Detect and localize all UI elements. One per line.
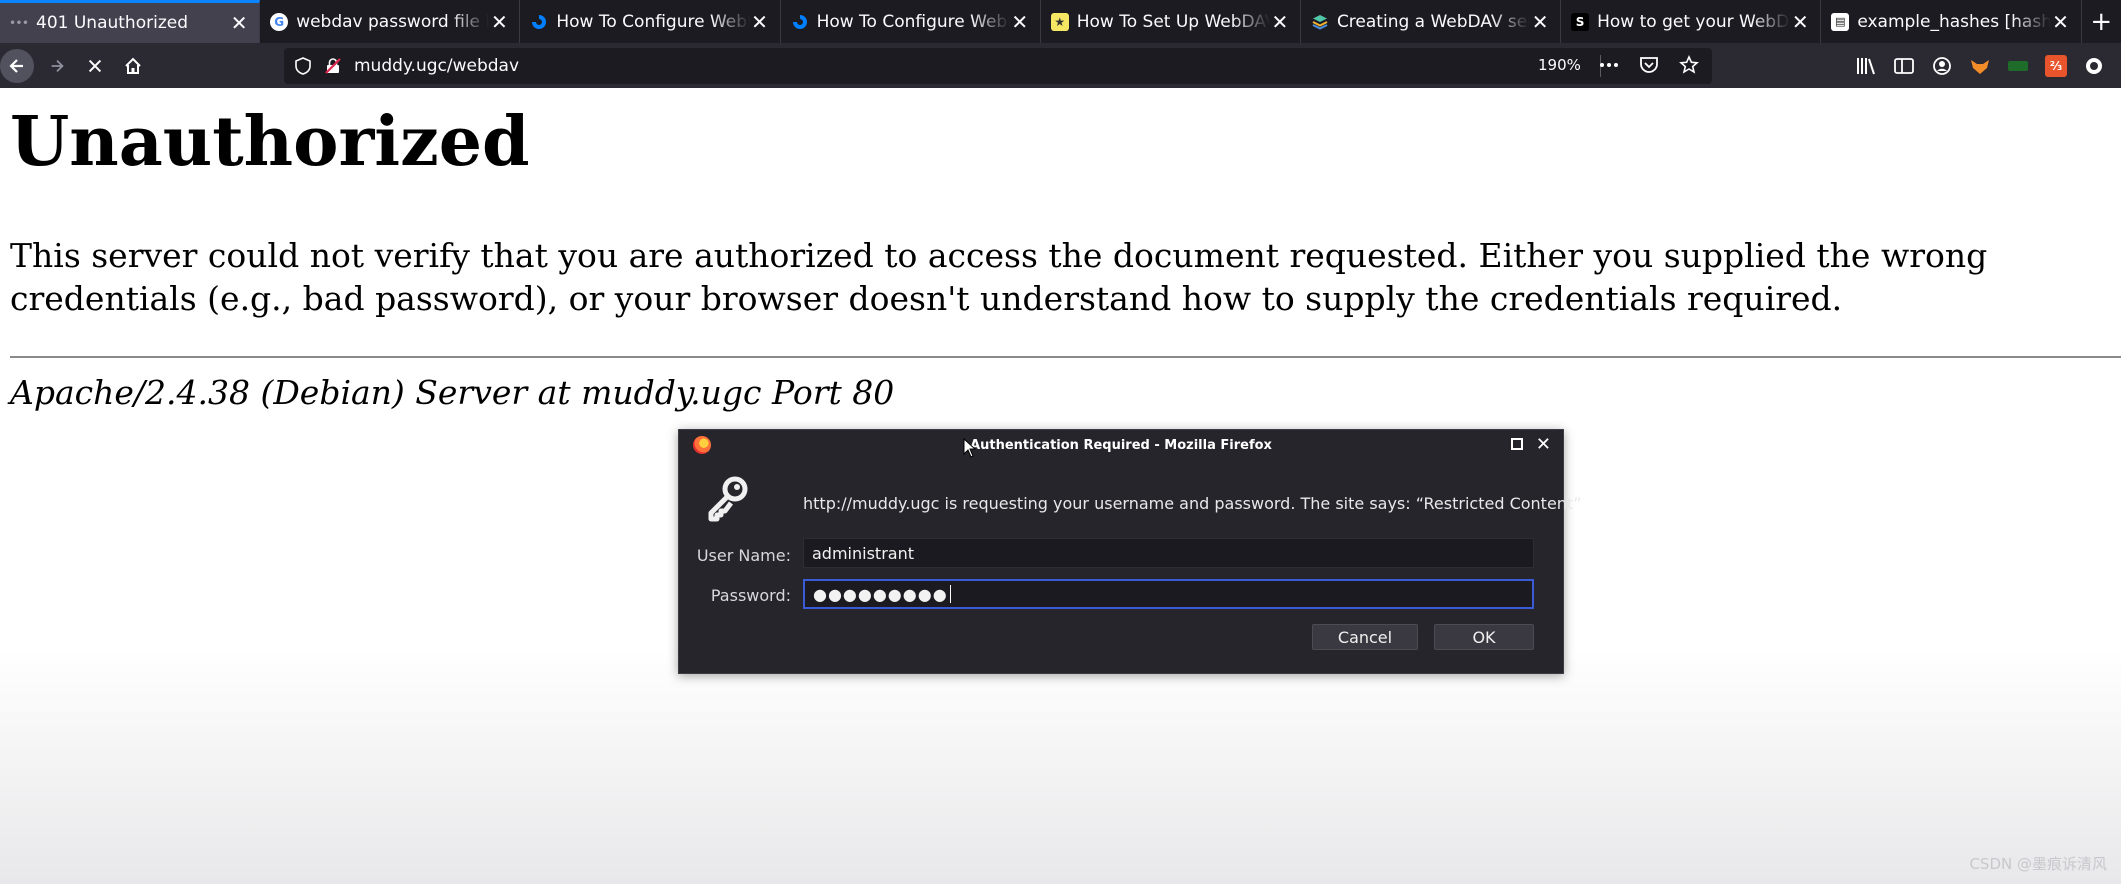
pocket-icon[interactable] bbox=[1638, 54, 1660, 76]
close-tab-icon[interactable]: ✕ bbox=[1270, 10, 1290, 34]
dialog-title: Authentication Required - Mozilla Firefo… bbox=[970, 437, 1272, 453]
tab-title: example_hashes [hashca bbox=[1857, 11, 2051, 32]
digitalocean-icon bbox=[530, 13, 548, 31]
insecure-lock-icon[interactable] bbox=[322, 55, 344, 77]
key-icon bbox=[708, 476, 748, 522]
dialog-titlebar[interactable]: Authentication Required - Mozilla Firefo… bbox=[679, 430, 1563, 460]
navigation-toolbar: muddy.ugc/webdav 190% ⅔ bbox=[0, 43, 2121, 88]
stack-icon bbox=[1311, 13, 1329, 31]
tab-title: Creating a WebDAV serv bbox=[1336, 11, 1531, 32]
tab-configure-webdav-1[interactable]: How To Configure WebD ✕ bbox=[520, 0, 781, 43]
home-icon bbox=[125, 57, 141, 74]
zoom-level[interactable]: 190% bbox=[1538, 56, 1581, 74]
bookmark-star-icon[interactable] bbox=[1678, 54, 1700, 76]
tab-get-webdav[interactable]: S How to get your WebDA ✕ bbox=[1561, 0, 1822, 43]
foxyproxy-icon[interactable] bbox=[1969, 55, 1991, 77]
ok-button[interactable]: OK bbox=[1434, 624, 1534, 650]
close-icon[interactable]: ✕ bbox=[1536, 434, 1551, 455]
tab-creating-webdav[interactable]: Creating a WebDAV serv ✕ bbox=[1301, 0, 1562, 43]
cancel-button[interactable]: Cancel bbox=[1312, 624, 1418, 650]
tab-401-unauthorized[interactable]: ••• 401 Unauthorized ✕ bbox=[0, 0, 261, 43]
firefox-icon bbox=[693, 436, 711, 454]
account-icon[interactable] bbox=[1931, 55, 1953, 77]
close-tab-icon[interactable]: ✕ bbox=[229, 11, 249, 35]
shield-icon[interactable] bbox=[292, 55, 314, 77]
tab-title: webdav password file lo bbox=[296, 11, 490, 32]
error-message: This server could not verify that you ar… bbox=[10, 236, 1988, 318]
maximize-icon[interactable] bbox=[1511, 438, 1523, 450]
username-field[interactable]: administrant bbox=[803, 538, 1534, 568]
close-tab-icon[interactable]: ✕ bbox=[750, 10, 770, 34]
new-tab-icon[interactable]: + bbox=[2082, 7, 2121, 37]
tab-configure-webdav-2[interactable]: How To Configure WebD ✕ bbox=[781, 0, 1041, 43]
mouse-cursor-icon bbox=[963, 438, 977, 458]
url-text: muddy.ugc/webdav bbox=[354, 56, 520, 76]
horizontal-rule bbox=[10, 356, 2121, 358]
forward-button[interactable] bbox=[38, 47, 76, 85]
google-icon: G bbox=[270, 12, 289, 31]
tab-title: How To Configure WebD bbox=[816, 11, 1010, 32]
authentication-dialog: Authentication Required - Mozilla Firefo… bbox=[678, 429, 1581, 674]
loading-icon: ••• bbox=[9, 17, 29, 29]
bookmark-icon: ★ bbox=[1050, 12, 1069, 31]
close-tab-icon[interactable]: ✕ bbox=[1530, 10, 1550, 34]
wappalyzer-icon[interactable]: ⅔ bbox=[2045, 54, 2067, 77]
tab-title: How To Set Up WebDAV bbox=[1076, 11, 1270, 32]
close-tab-icon[interactable]: ✕ bbox=[1790, 10, 1810, 34]
forward-arrow-icon bbox=[51, 59, 64, 72]
sidebar-icon[interactable] bbox=[1893, 55, 1915, 77]
stop-icon bbox=[88, 59, 102, 72]
url-bar[interactable]: muddy.ugc/webdav 190% bbox=[284, 48, 1712, 84]
close-tab-icon[interactable]: ✕ bbox=[2051, 10, 2071, 34]
close-tab-icon[interactable]: ✕ bbox=[489, 10, 509, 34]
extension-green-icon[interactable] bbox=[2007, 55, 2029, 77]
back-button[interactable] bbox=[0, 47, 38, 85]
page-actions-icon[interactable] bbox=[1598, 54, 1620, 76]
dialog-message: http://muddy.ugc is requesting your user… bbox=[803, 494, 1582, 513]
tab-example-hashes[interactable]: ▤ example_hashes [hashca ✕ bbox=[1821, 0, 2082, 43]
digitalocean-icon bbox=[791, 13, 809, 31]
back-arrow-icon bbox=[0, 48, 34, 83]
username-label: User Name: bbox=[696, 546, 791, 565]
close-tab-icon[interactable]: ✕ bbox=[1010, 10, 1030, 34]
tab-strip: ••• 401 Unauthorized ✕ G webdav password… bbox=[0, 0, 2121, 43]
s-icon: S bbox=[1571, 12, 1590, 31]
tab-setup-webdav[interactable]: ★ How To Set Up WebDAV ✕ bbox=[1041, 0, 1301, 43]
password-label: Password: bbox=[710, 586, 791, 605]
tab-title: 401 Unauthorized bbox=[36, 13, 188, 33]
tab-title: How To Configure WebD bbox=[556, 11, 750, 32]
tab-title: How to get your WebDA bbox=[1597, 11, 1791, 32]
password-field[interactable]: ●●●●●●●●● bbox=[803, 579, 1534, 609]
page-heading: Unauthorized bbox=[10, 102, 530, 182]
watermark: CSDN @墨痕诉清风 bbox=[1969, 855, 2107, 873]
doc-icon: ▤ bbox=[1831, 12, 1850, 31]
stop-button[interactable] bbox=[76, 47, 114, 85]
tab-webdav-password[interactable]: G webdav password file lo ✕ bbox=[260, 0, 521, 43]
library-icon[interactable] bbox=[1855, 55, 1877, 77]
home-button[interactable] bbox=[114, 47, 152, 85]
server-address: Apache/2.4.38 (Debian) Server at muddy.u… bbox=[10, 373, 895, 412]
extension-circle-icon[interactable] bbox=[2083, 55, 2105, 77]
